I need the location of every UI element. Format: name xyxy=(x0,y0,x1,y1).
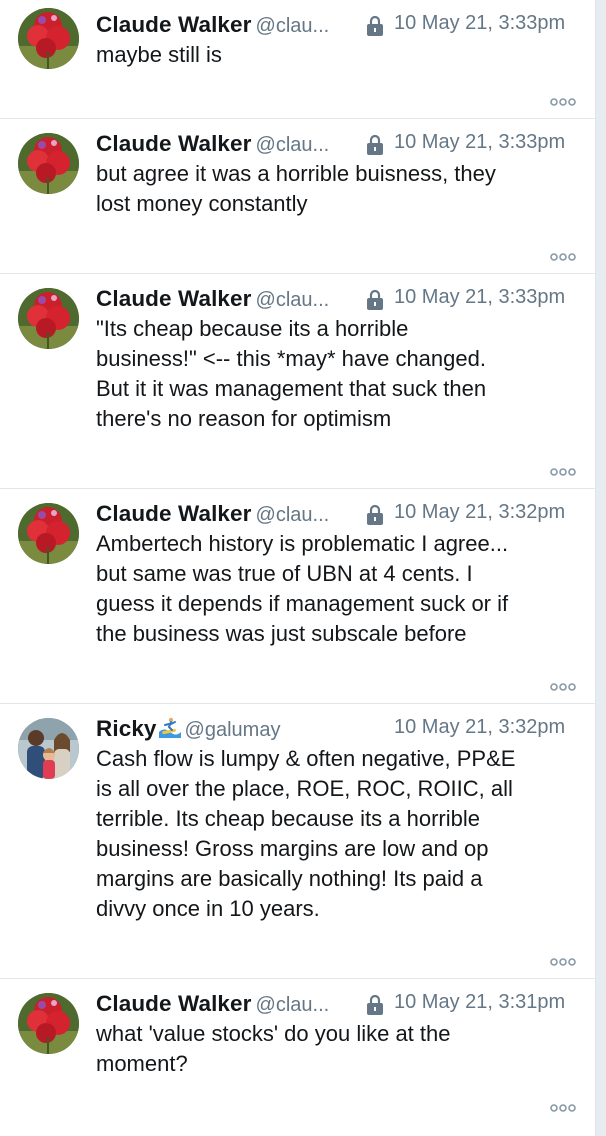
timestamp[interactable]: 10 May 21, 3:33pm xyxy=(394,286,565,309)
lock-icon xyxy=(367,504,383,525)
author-name[interactable]: Claude Walker xyxy=(96,12,252,37)
tweet-text: maybe still is xyxy=(96,42,222,67)
tweet-text: but agree it was a horrible buisness, th… xyxy=(96,161,496,216)
tweet-header: Claude Walker @clau... 10 May 21, 3:32pm xyxy=(96,501,579,529)
author-name[interactable]: Claude Walker xyxy=(96,991,252,1016)
timestamp[interactable]: 10 May 21, 3:33pm xyxy=(394,12,565,35)
tweet-header: Claude Walker @clau... 10 May 21, 3:33pm xyxy=(96,131,579,159)
timestamp[interactable]: 10 May 21, 3:31pm xyxy=(394,991,565,1014)
author-handle[interactable]: @clau... xyxy=(256,994,330,1016)
author-handle[interactable]: @clau... xyxy=(256,15,330,37)
author-name[interactable]: Claude Walker xyxy=(96,131,252,156)
timestamp[interactable]: 10 May 21, 3:33pm xyxy=(394,131,565,154)
flower-avatar-icon[interactable] xyxy=(18,503,79,564)
tweet[interactable]: Claude Walker @clau... 10 May 21, 3:33pm … xyxy=(0,119,595,274)
tweet-text: "Its cheap because its a horrible busine… xyxy=(96,316,487,431)
family-avatar-icon[interactable] xyxy=(18,718,79,779)
tweet-timeline: Claude Walker @clau... 10 May 21, 3:33pm … xyxy=(0,0,596,1136)
author-name[interactable]: Claude Walker xyxy=(96,286,252,311)
scroll-gutter[interactable] xyxy=(596,0,606,1136)
timestamp[interactable]: 10 May 21, 3:32pm xyxy=(394,501,565,524)
flower-avatar-icon[interactable] xyxy=(18,8,79,69)
tweet-text: what 'value stocks' do you like at the m… xyxy=(96,1021,451,1076)
tweet[interactable]: Claude Walker @clau... 10 May 21, 3:32pm … xyxy=(0,489,595,704)
flower-avatar-icon[interactable] xyxy=(18,993,79,1054)
more-options-icon[interactable] xyxy=(549,96,577,108)
lock-icon xyxy=(367,134,383,155)
tweet-text: Cash flow is lumpy & often negative, PP&… xyxy=(96,746,516,921)
tweet[interactable]: Ricky @galumay 10 May 21, 3:32pm Cash flo… xyxy=(0,704,595,979)
more-options-icon[interactable] xyxy=(549,466,577,478)
tweet-header: Claude Walker @clau... 10 May 21, 3:33pm xyxy=(96,12,579,40)
lock-icon xyxy=(367,994,383,1015)
author-handle[interactable]: @clau... xyxy=(256,289,330,311)
more-options-icon[interactable] xyxy=(549,681,577,693)
flower-avatar-icon[interactable] xyxy=(18,288,79,349)
tweet[interactable]: Claude Walker @clau... 10 May 21, 3:31pm … xyxy=(0,979,595,1136)
tweet-header: Ricky @galumay 10 May 21, 3:32pm xyxy=(96,716,579,744)
surfer-emoji-icon xyxy=(158,716,181,738)
author-handle[interactable]: @clau... xyxy=(256,134,330,156)
tweet-text: Ambertech history is problematic I agree… xyxy=(96,531,509,646)
flower-avatar-icon[interactable] xyxy=(18,133,79,194)
more-options-icon[interactable] xyxy=(549,956,577,968)
lock-icon xyxy=(367,15,383,36)
author-name[interactable]: Claude Walker xyxy=(96,501,252,526)
more-options-icon[interactable] xyxy=(549,251,577,263)
author-name[interactable]: Ricky xyxy=(96,716,157,741)
tweet-header: Claude Walker @clau... 10 May 21, 3:33pm xyxy=(96,286,579,314)
timestamp[interactable]: 10 May 21, 3:32pm xyxy=(394,716,565,739)
lock-icon xyxy=(367,289,383,310)
more-options-icon[interactable] xyxy=(549,1102,577,1114)
tweet[interactable]: Claude Walker @clau... 10 May 21, 3:33pm … xyxy=(0,0,595,119)
tweet[interactable]: Claude Walker @clau... 10 May 21, 3:33pm … xyxy=(0,274,595,489)
author-handle[interactable]: @galumay xyxy=(185,719,281,741)
tweet-header: Claude Walker @clau... 10 May 21, 3:31pm xyxy=(96,991,579,1019)
author-handle[interactable]: @clau... xyxy=(256,504,330,526)
